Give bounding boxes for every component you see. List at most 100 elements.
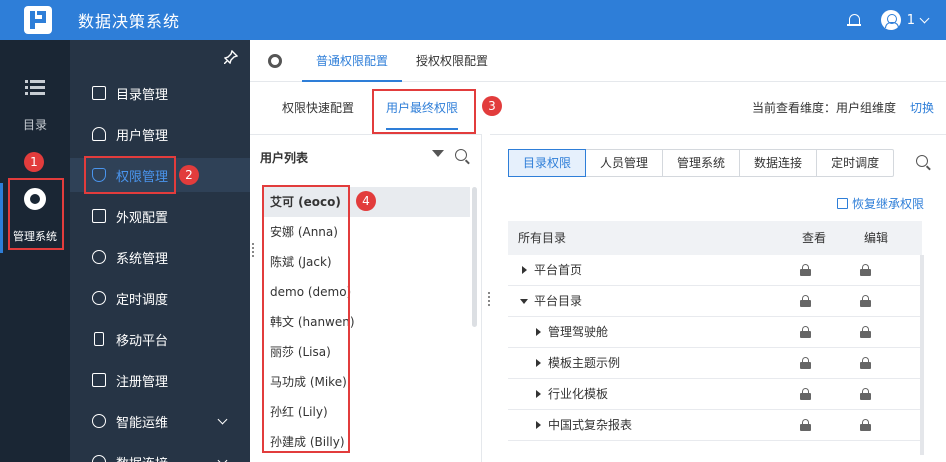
lock-icon[interactable]	[860, 419, 871, 431]
sidebar-item-label: 目录管理	[116, 87, 169, 103]
rail-item-catalog[interactable]: 目录	[0, 80, 70, 133]
tab-grant-permission[interactable]: 授权权限配置	[402, 40, 502, 82]
sidebar-item-mobile[interactable]: 移动平台	[70, 322, 250, 356]
expand-arrow-icon[interactable]	[536, 390, 541, 398]
column-header-edit: 编辑	[864, 231, 889, 245]
user-icon	[92, 127, 106, 141]
main-tabs: 普通权限配置 授权权限配置	[250, 40, 946, 82]
sidebar-item-system[interactable]: 系统管理	[70, 240, 250, 274]
list-icon	[25, 80, 45, 96]
tab-normal-permission[interactable]: 普通权限配置	[302, 40, 403, 82]
rail-item-label: 目录	[22, 118, 47, 132]
chevron-down-icon	[919, 13, 930, 23]
catalog-icon	[92, 86, 106, 100]
sidebar-item-label: 移动平台	[116, 333, 169, 349]
annotation-badge-1: 1	[24, 152, 44, 172]
user-name: 1	[906, 12, 915, 28]
sidebar-item-label: 系统管理	[116, 251, 169, 267]
sidebar-item-label: 外观配置	[116, 210, 169, 226]
chevron-down-icon	[217, 455, 228, 462]
segment-data-connection[interactable]: 数据连接	[740, 150, 818, 176]
expand-arrow-icon[interactable]	[522, 266, 527, 274]
user-list-title: 用户列表	[260, 151, 309, 165]
expand-arrow-icon[interactable]	[536, 421, 541, 429]
chevron-down-icon	[217, 414, 228, 425]
sidebar-item-register[interactable]: 注册管理	[70, 363, 250, 397]
table-row[interactable]: 平台首页	[508, 255, 922, 286]
lock-icon[interactable]	[800, 295, 811, 307]
sidebar-item-appearance[interactable]: 外观配置	[70, 199, 250, 233]
search-icon[interactable]	[916, 155, 928, 167]
lock-icon[interactable]	[800, 419, 811, 431]
expand-arrow-icon[interactable]	[536, 359, 541, 367]
table-row[interactable]: 平台目录	[508, 286, 922, 317]
user-list-scrollbar[interactable]	[472, 187, 477, 327]
paint-icon	[92, 209, 106, 223]
pin-icon[interactable]	[224, 50, 238, 64]
link-icon	[92, 455, 106, 462]
left-rail: 目录 管理系统	[0, 40, 70, 462]
sidebar-item-label: 智能运维	[116, 415, 169, 431]
user-menu[interactable]: 1	[880, 10, 930, 30]
permission-type-segment: 目录权限 人员管理 管理系统 数据连接 定时调度	[508, 149, 895, 177]
sidebar-item-data-connection[interactable]: 数据连接	[70, 445, 250, 462]
sub-tabs: 权限快速配置 用户最终权限 当前查看维度：用户组维度 切换	[250, 82, 946, 134]
row-label: 管理驾驶舱	[548, 325, 609, 339]
table-row[interactable]: 模板主题示例	[508, 348, 922, 379]
restore-inherit-button[interactable]: 恢复继承权限	[836, 195, 924, 212]
sidebar-item-label: 用户管理	[116, 128, 169, 144]
permission-panel: 目录权限 人员管理 管理系统 数据连接 定时调度 恢复继承权限 所有目录 查看 …	[490, 134, 946, 462]
timer-icon	[92, 291, 106, 305]
column-header-catalog: 所有目录	[518, 231, 567, 245]
annotation-box-4	[262, 185, 350, 453]
sidebar-item-users[interactable]: 用户管理	[70, 117, 250, 151]
switch-dimension-link[interactable]: 切换	[910, 82, 934, 134]
sidebar-item-label: 注册管理	[116, 374, 169, 390]
filter-icon[interactable]	[432, 150, 444, 157]
segment-catalog-permission[interactable]: 目录权限	[508, 149, 587, 177]
lock-icon[interactable]	[860, 326, 871, 338]
restore-label: 恢复继承权限	[851, 197, 924, 211]
segment-schedule[interactable]: 定时调度	[817, 150, 893, 176]
settings-gear-icon[interactable]	[268, 53, 282, 68]
row-label: 平台目录	[534, 294, 583, 308]
lock-icon[interactable]	[800, 388, 811, 400]
sidebar-item-label: 定时调度	[116, 292, 169, 308]
column-header-view: 查看	[802, 231, 827, 245]
annotation-box-3	[372, 89, 476, 134]
sidebar-item-label: 数据连接	[116, 453, 168, 462]
sidebar-item-ops[interactable]: 智能运维	[70, 404, 250, 438]
table-row[interactable]: 管理驾驶舱	[508, 317, 922, 348]
lock-icon[interactable]	[860, 388, 871, 400]
segment-management-system[interactable]: 管理系统	[663, 150, 741, 176]
sidebar-item-catalog[interactable]: 目录管理	[70, 76, 250, 110]
lock-icon[interactable]	[800, 326, 811, 338]
collapse-arrow-icon[interactable]	[520, 299, 528, 304]
lock-icon[interactable]	[800, 264, 811, 276]
lock-icon[interactable]	[860, 264, 871, 276]
annotation-box-2	[84, 156, 176, 194]
restore-icon	[836, 198, 848, 209]
app-title: 数据决策系统	[78, 12, 181, 31]
table-row[interactable]: 中国式复杂报表	[508, 410, 922, 441]
bell-icon[interactable]	[846, 13, 861, 27]
drag-handle-icon[interactable]	[252, 243, 255, 257]
table-row[interactable]: 行业化模板	[508, 379, 922, 410]
mobile-icon	[94, 332, 104, 346]
sidebar-item-schedule[interactable]: 定时调度	[70, 281, 250, 315]
register-icon	[92, 373, 106, 387]
top-header: 数据决策系统 1	[0, 0, 946, 40]
lock-icon[interactable]	[800, 357, 811, 369]
segment-user-management[interactable]: 人员管理	[586, 150, 664, 176]
permission-table-scrollbar[interactable]	[920, 255, 924, 455]
row-label: 模板主题示例	[548, 356, 621, 370]
sidebar: 目录管理 用户管理 权限管理 外观配置 系统管理 定时调度 移动平台 注册管理 …	[70, 40, 250, 462]
tab-quick-config[interactable]: 权限快速配置	[282, 82, 354, 134]
search-icon[interactable]	[455, 149, 467, 161]
row-label: 平台首页	[534, 263, 583, 277]
expand-arrow-icon[interactable]	[536, 328, 541, 336]
lock-icon[interactable]	[860, 357, 871, 369]
lock-icon[interactable]	[860, 295, 871, 307]
row-label: 中国式复杂报表	[548, 418, 633, 432]
annotation-box-1	[8, 178, 64, 250]
